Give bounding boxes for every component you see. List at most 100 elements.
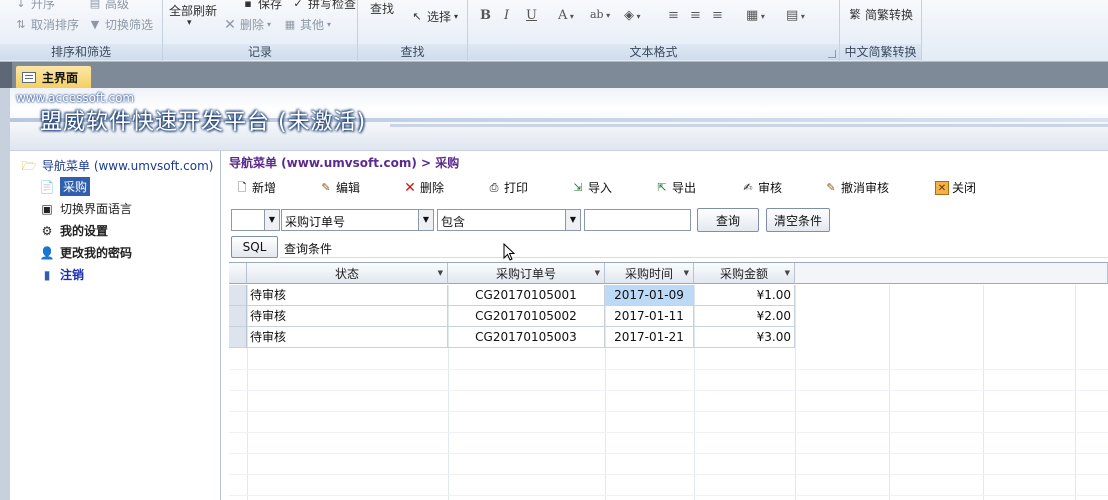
delete-button[interactable]: ✕ 删除 xyxy=(403,179,444,196)
tree-item-label: 采购 xyxy=(60,177,91,196)
font-color-icon[interactable]: A ▾ xyxy=(558,8,574,23)
grid-line xyxy=(229,411,1108,412)
chevron-down-icon[interactable]: ▼ xyxy=(264,210,279,230)
column-header-amount[interactable]: 采购金额 ▼ xyxy=(694,263,795,284)
tree-item-logout[interactable]: ▮ 注销 xyxy=(39,266,84,283)
select-all-corner[interactable] xyxy=(229,263,247,284)
tree-item-language[interactable]: ▣ 切换界面语言 xyxy=(39,200,132,217)
spell-icon: ✓ xyxy=(293,0,303,10)
group-title-chinese: 中文简繁转换 xyxy=(840,44,921,60)
text-format-group: B I U A ▾ ab ▾ ◈ ▾ ≡ ≡ ≡ ▦ ▾ ▤ ▾ 文本格式 xyxy=(468,0,840,62)
tree-item-settings[interactable]: ⚙ 我的设置 xyxy=(39,222,108,239)
delete-x-icon: ✕ xyxy=(404,179,416,196)
operator-combo[interactable]: 包含 ▼ xyxy=(437,209,581,231)
table-cell[interactable]: 2017-01-21 xyxy=(605,327,694,348)
unaudit-button[interactable]: ✎ 撤消审核 xyxy=(824,179,889,196)
row-selector[interactable] xyxy=(229,285,247,306)
table-cell[interactable]: 2017-01-09 xyxy=(605,285,694,306)
table-cell[interactable]: CG20170105001 xyxy=(448,285,605,306)
table-cell[interactable]: 待审核 xyxy=(247,285,448,306)
grid-line xyxy=(229,432,1108,433)
bold-icon[interactable]: B xyxy=(480,8,491,23)
empty-header-area xyxy=(795,263,1108,284)
select-button[interactable]: ↖ 选择 ▾ xyxy=(410,8,458,25)
tab-main[interactable]: 主界面 xyxy=(15,65,92,88)
search-button[interactable]: 查询 xyxy=(697,208,759,232)
field-combo[interactable]: 采购订单号 ▼ xyxy=(281,209,434,231)
table-cell[interactable]: 待审核 xyxy=(247,327,448,348)
grid-line xyxy=(229,453,1108,454)
chevron-down-icon[interactable]: ▼ xyxy=(785,269,790,277)
clear-conditions-button[interactable]: 清空条件 xyxy=(766,208,830,232)
chevron-down-icon[interactable]: ▼ xyxy=(684,269,689,277)
grid-line xyxy=(1075,285,1076,500)
table-cell[interactable]: ¥3.00 xyxy=(694,327,795,348)
toolbar: 🗋 新增 ✎ 编辑 ✕ 删除 ⎙ 打印 ⇲ 导入 ⇱ 导出 ✍ 审核 ✎ 撤消审核 ✕ 关闭 xyxy=(229,174,1108,202)
spell-check-button[interactable]: ✓ 拼写检查 xyxy=(291,0,356,12)
print-button[interactable]: ⎙ 打印 xyxy=(487,179,528,196)
settings-icon: ⚙ xyxy=(41,223,53,238)
tree-item-password[interactable]: 👤 更改我的密码 xyxy=(39,244,133,261)
tree-item-label: 我的设置 xyxy=(60,224,109,238)
table-cell[interactable]: ¥1.00 xyxy=(694,285,795,306)
add-button[interactable]: 🗋 新增 xyxy=(235,179,276,196)
nav-pane-collapsed-bar[interactable] xyxy=(0,62,12,88)
breadcrumb: 导航菜单 (www.umvsoft.com) > 采购 xyxy=(229,156,460,170)
gridlines-icon[interactable]: ▦ ▾ xyxy=(746,8,765,23)
form-icon xyxy=(22,71,36,83)
column-header-date[interactable]: 采购时间 ▼ xyxy=(605,263,694,284)
convert-button[interactable]: 繁简繁转换 xyxy=(848,6,914,23)
refresh-all-button[interactable]: 全部刷新 xyxy=(169,2,217,19)
chevron-down-icon[interactable]: ▼ xyxy=(418,210,433,230)
row-selector[interactable] xyxy=(229,327,247,348)
tree-item-purchase[interactable]: 📄 采购 xyxy=(39,177,91,196)
fill-color-icon[interactable]: ◈ ▾ xyxy=(624,8,641,23)
table-cell[interactable]: ¥2.00 xyxy=(694,306,795,327)
ribbon: ↓ 升序 ▤ 高级 ⇅ 取消排序 ▼ 切换筛选 排序和筛选 全部刷新 ▾ ▪ 保存 ✓ 拼写… xyxy=(0,0,1108,62)
table-cell[interactable]: CG20170105002 xyxy=(448,306,605,327)
highlight-icon[interactable]: ab ▾ xyxy=(590,8,610,21)
close-button[interactable]: ✕ 关闭 xyxy=(935,179,976,196)
delete-record-button[interactable]: ✕ 删除 ▾ xyxy=(223,16,271,33)
align-left-icon[interactable]: ≡ xyxy=(668,8,679,23)
clear-sort-button[interactable]: ⇅ 取消排序 xyxy=(14,16,79,33)
underline-icon[interactable]: U xyxy=(526,8,537,23)
sql-button[interactable]: SQL xyxy=(231,236,278,258)
align-center-icon[interactable]: ≡ xyxy=(690,8,701,23)
column-header-order-no[interactable]: 采购订单号 ▼ xyxy=(448,263,605,284)
sort-asc-button[interactable]: ↓ 升序 xyxy=(14,0,55,12)
refresh-dropdown-icon[interactable]: ▾ xyxy=(187,18,192,28)
save-icon: ▪ xyxy=(244,0,252,10)
import-icon: ⇲ xyxy=(573,180,583,194)
banner-site: www.accessoft.com xyxy=(16,91,135,105)
align-right-icon[interactable]: ≡ xyxy=(712,8,723,23)
row-selector[interactable] xyxy=(229,306,247,327)
logic-combo[interactable]: ▼ xyxy=(231,209,280,231)
banner-stripe-2 xyxy=(390,124,1108,127)
table-cell[interactable]: CG20170105003 xyxy=(448,327,605,348)
audit-button[interactable]: ✍ 审核 xyxy=(741,179,782,196)
group-title-records: 记录 xyxy=(163,44,357,60)
edit-button[interactable]: ✎ 编辑 xyxy=(319,179,360,196)
chevron-down-icon[interactable]: ▼ xyxy=(565,210,580,230)
table-cell[interactable]: 2017-01-11 xyxy=(605,306,694,327)
close-icon: ✕ xyxy=(935,180,949,195)
italic-icon[interactable]: I xyxy=(504,8,509,23)
import-button[interactable]: ⇲ 导入 xyxy=(571,179,612,196)
find-button[interactable]: 查找 xyxy=(370,0,394,17)
toggle-filter-button[interactable]: ▼ 切换筛选 xyxy=(88,16,153,33)
dialog-launcher-icon[interactable] xyxy=(828,50,836,58)
other-button[interactable]: ▦ 其他 ▾ xyxy=(283,16,331,33)
tree-root[interactable]: 🗁 导航菜单 (www.umvsoft.com) xyxy=(21,157,214,174)
alt-row-color-icon[interactable]: ▤ ▾ xyxy=(786,8,805,23)
user-key-icon: 👤 xyxy=(39,245,55,260)
table-cell[interactable]: 待审核 xyxy=(247,306,448,327)
chevron-down-icon[interactable]: ▼ xyxy=(438,269,443,277)
advanced-filter-button[interactable]: ▤ 高级 xyxy=(88,0,129,12)
column-header-status[interactable]: 状态 ▼ xyxy=(247,263,448,284)
edit-pencil-icon: ✎ xyxy=(321,180,331,194)
chevron-down-icon[interactable]: ▼ xyxy=(595,269,600,277)
search-value-input[interactable] xyxy=(584,209,691,231)
save-button[interactable]: ▪ 保存 xyxy=(241,0,282,12)
export-button[interactable]: ⇱ 导出 xyxy=(655,179,696,196)
